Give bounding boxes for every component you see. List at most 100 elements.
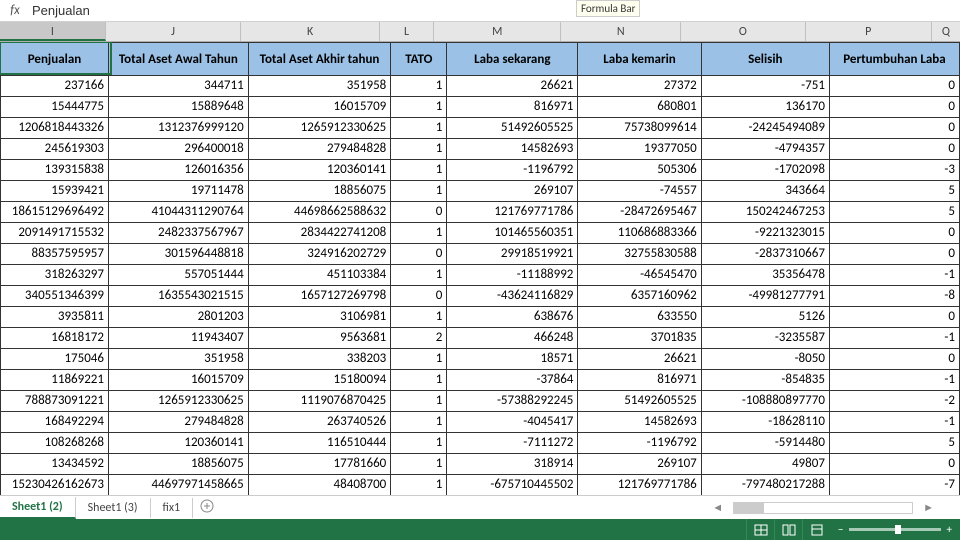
cell[interactable]: 351958 — [249, 76, 392, 97]
cell[interactable]: 0 — [391, 286, 447, 307]
cell[interactable]: 136170 — [702, 97, 830, 118]
cell[interactable]: 237166 — [0, 76, 109, 97]
cell[interactable]: 0 — [830, 76, 960, 97]
cell[interactable]: -5914480 — [702, 433, 830, 454]
view-normal-button[interactable] — [746, 519, 774, 540]
cell[interactable]: 19377050 — [578, 139, 701, 160]
cell[interactable]: 0 — [830, 349, 960, 370]
cell[interactable]: 3935811 — [0, 307, 109, 328]
zoom-slider[interactable] — [849, 528, 940, 531]
cell[interactable]: 633550 — [578, 307, 701, 328]
th-total-aset-akhir[interactable]: Total Aset Akhir tahun — [249, 42, 392, 76]
cell[interactable]: 126016356 — [109, 160, 249, 181]
view-page-break-button[interactable] — [802, 519, 830, 540]
col-header-Q[interactable]: Q — [932, 22, 960, 41]
cell[interactable]: 269107 — [578, 454, 701, 475]
cell[interactable]: -797480217288 — [702, 475, 830, 495]
cell[interactable]: 15889648 — [109, 97, 249, 118]
cell[interactable]: 1 — [391, 307, 447, 328]
cell[interactable]: 343664 — [702, 181, 830, 202]
cell[interactable]: 2 — [391, 328, 447, 349]
cell[interactable]: -854835 — [702, 370, 830, 391]
cell[interactable]: 1635543021515 — [109, 286, 249, 307]
cell[interactable]: -1 — [830, 265, 960, 286]
cell[interactable]: 1 — [391, 370, 447, 391]
cell[interactable]: 1206818443326 — [0, 118, 109, 139]
cell[interactable]: 5 — [830, 202, 960, 223]
hscroll-left-button[interactable]: ◄ — [706, 501, 729, 514]
cell[interactable]: 13434592 — [0, 454, 109, 475]
cell[interactable]: -9221323015 — [702, 223, 830, 244]
cell[interactable]: 1 — [391, 181, 447, 202]
cell[interactable]: -1 — [830, 412, 960, 433]
cell[interactable]: 18856075 — [109, 454, 249, 475]
cell[interactable]: -18628110 — [702, 412, 830, 433]
grid[interactable]: Penjualan Total Aset Awal Tahun Total As… — [0, 42, 960, 495]
cell[interactable]: -1702098 — [702, 160, 830, 181]
cell[interactable]: -1196792 — [447, 160, 578, 181]
col-header-M[interactable]: M — [434, 22, 561, 41]
cell[interactable]: 0 — [830, 223, 960, 244]
cell[interactable]: 75738099614 — [578, 118, 701, 139]
cell[interactable]: -751 — [702, 76, 830, 97]
cell[interactable]: 301596448818 — [109, 244, 249, 265]
cell[interactable]: -3235587 — [702, 328, 830, 349]
cell[interactable]: -108880897770 — [702, 391, 830, 412]
cell[interactable]: 44697971458665 — [109, 475, 249, 495]
hscroll-thumb[interactable] — [734, 503, 764, 513]
col-header-O[interactable]: O — [681, 22, 805, 41]
col-header-K[interactable]: K — [241, 22, 379, 41]
cell[interactable]: 1 — [391, 412, 447, 433]
cell[interactable]: 1 — [391, 76, 447, 97]
hscroll-right-button[interactable]: ► — [917, 501, 940, 514]
col-header-P[interactable]: P — [806, 22, 932, 41]
cell[interactable]: 17781660 — [249, 454, 392, 475]
cell[interactable]: 1 — [391, 433, 447, 454]
cell[interactable]: 15939421 — [0, 181, 109, 202]
cell[interactable]: 15180094 — [249, 370, 392, 391]
th-selisih[interactable]: Selisih — [702, 42, 830, 76]
cell[interactable]: 344711 — [109, 76, 249, 97]
cell[interactable]: 1119076870425 — [249, 391, 392, 412]
cell[interactable]: 32755830588 — [578, 244, 701, 265]
cell[interactable]: 0 — [391, 202, 447, 223]
cell[interactable]: 0 — [830, 118, 960, 139]
cell[interactable]: 120360141 — [249, 160, 392, 181]
col-header-I[interactable]: I — [0, 22, 106, 41]
cell[interactable]: 48408700 — [249, 475, 392, 495]
cell[interactable]: -24245494089 — [702, 118, 830, 139]
cell[interactable]: 318914 — [447, 454, 578, 475]
cell[interactable]: -3 — [830, 160, 960, 181]
col-header-J[interactable]: J — [106, 22, 242, 41]
cell[interactable]: -1 — [830, 328, 960, 349]
cell[interactable]: 9563681 — [249, 328, 392, 349]
cell[interactable]: 49807 — [702, 454, 830, 475]
sheet-tab-1[interactable]: Sheet1 (3) — [76, 498, 151, 518]
cell[interactable]: 44698662588632 — [249, 202, 392, 223]
col-header-L[interactable]: L — [380, 22, 434, 41]
cell[interactable]: 1265912330625 — [249, 118, 392, 139]
cell[interactable]: 1312376999120 — [109, 118, 249, 139]
formula-input[interactable] — [26, 1, 960, 20]
sheet-tab-0[interactable]: Sheet1 (2) — [0, 497, 76, 519]
cell[interactable]: 11869221 — [0, 370, 109, 391]
cell[interactable]: 121769771786 — [447, 202, 578, 223]
cell[interactable]: -7 — [830, 475, 960, 495]
cell[interactable]: 816971 — [447, 97, 578, 118]
zoom-in-button[interactable]: + — [947, 523, 952, 536]
cell[interactable]: 1 — [391, 139, 447, 160]
cell[interactable]: 557051444 — [109, 265, 249, 286]
cell[interactable]: 139315838 — [0, 160, 109, 181]
cell[interactable]: -11188992 — [447, 265, 578, 286]
cell[interactable]: 175046 — [0, 349, 109, 370]
cell[interactable]: -46545470 — [578, 265, 701, 286]
cell[interactable]: 150242467253 — [702, 202, 830, 223]
cell[interactable]: 2801203 — [109, 307, 249, 328]
th-laba-kemarin[interactable]: Laba kemarin — [578, 42, 701, 76]
cell[interactable]: 5 — [830, 181, 960, 202]
cell[interactable]: 5 — [830, 433, 960, 454]
cell[interactable]: 1265912330625 — [109, 391, 249, 412]
cell[interactable]: 1 — [391, 223, 447, 244]
cell[interactable]: 263740526 — [249, 412, 392, 433]
cell[interactable]: 638676 — [447, 307, 578, 328]
